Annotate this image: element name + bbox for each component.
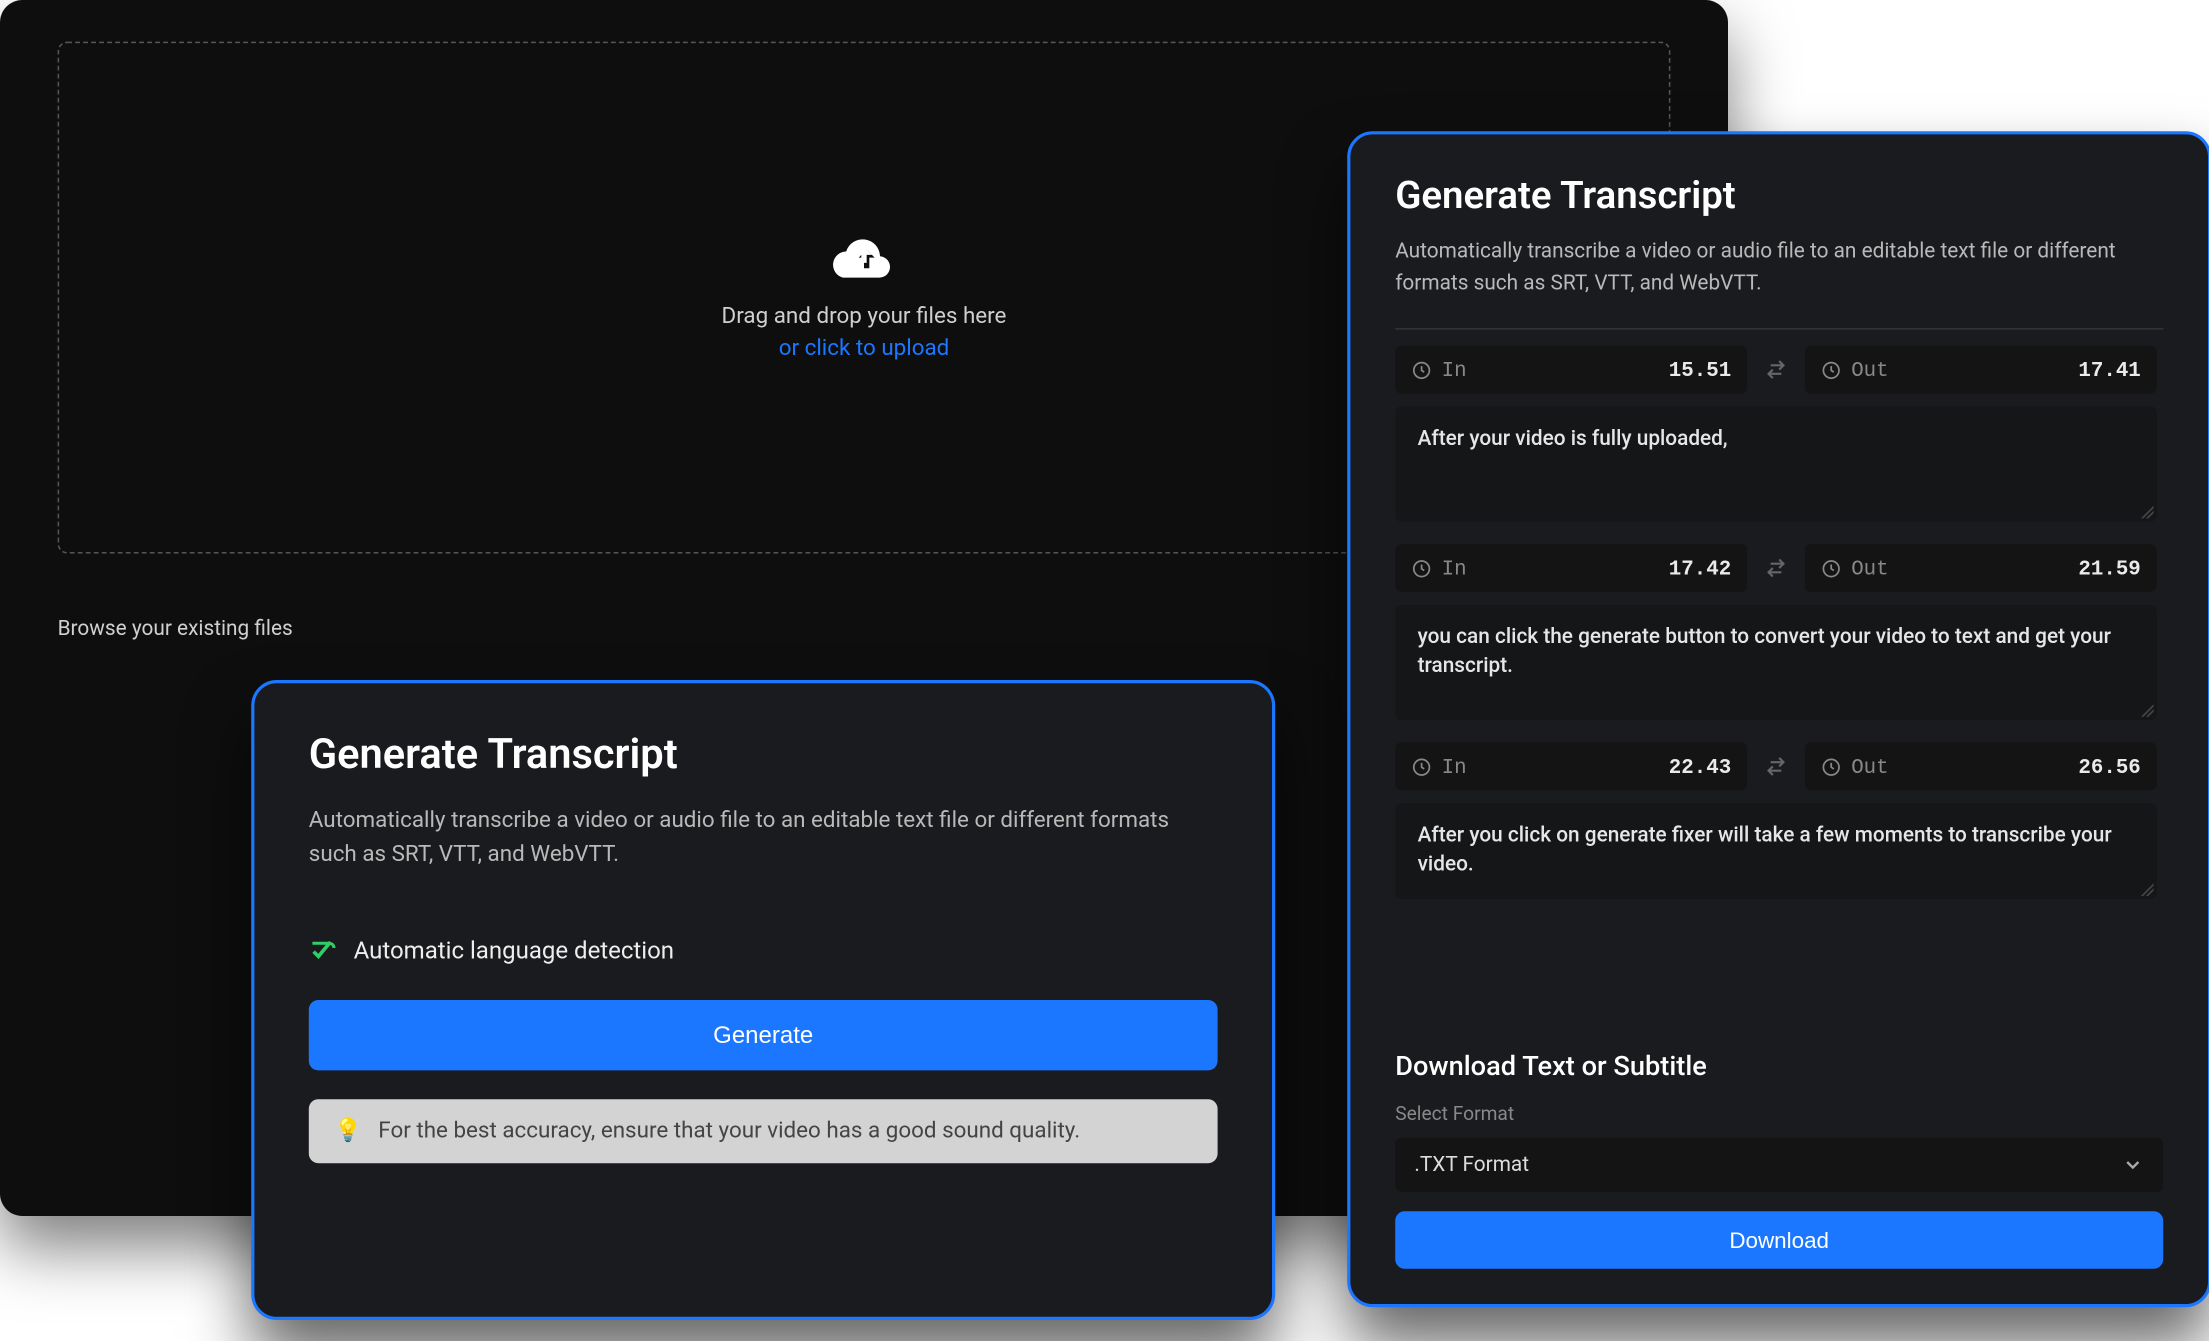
time-in-field[interactable]: In 22.43 — [1395, 742, 1747, 790]
swap-icon[interactable] — [1763, 754, 1789, 780]
segment-row: In 17.42 Out 21.59 you can click the gen… — [1395, 544, 2157, 720]
segment-text[interactable]: After your video is fully uploaded, — [1395, 406, 2157, 521]
clock-icon — [1821, 558, 1842, 579]
time-out-field[interactable]: Out 26.56 — [1805, 742, 2157, 790]
segment-row: In 15.51 Out 17.41 After your video is f… — [1395, 346, 2157, 522]
generate-title: Generate Transcript — [309, 731, 1218, 779]
language-detection-label: Automatic language detection — [354, 936, 674, 965]
click-to-upload-link[interactable]: or click to upload — [779, 336, 950, 362]
cloud-upload-icon — [832, 234, 896, 282]
chevron-down-icon — [2122, 1154, 2144, 1176]
swap-icon[interactable] — [1763, 357, 1789, 383]
drag-text: Drag and drop your files here — [722, 304, 1007, 330]
download-button[interactable]: Download — [1395, 1211, 2163, 1269]
clock-icon — [1411, 359, 1432, 380]
results-title: Generate Transcript — [1395, 173, 2163, 218]
generate-transcript-panel: Generate Transcript Automatically transc… — [251, 680, 1275, 1320]
generate-description: Automatically transcribe a video or audi… — [309, 805, 1205, 872]
language-detection-row: Automatic language detection — [309, 936, 1218, 965]
segment-row: In 22.43 Out 26.56 After you click on ge… — [1395, 742, 2157, 899]
format-select[interactable]: .TXT Format — [1395, 1138, 2163, 1192]
segment-text[interactable]: After you click on generate fixer will t… — [1395, 803, 2157, 900]
segment-text[interactable]: you can click the generate button to con… — [1395, 605, 2157, 720]
clock-icon — [1821, 359, 1842, 380]
accuracy-tip: 💡 For the best accuracy, ensure that you… — [309, 1099, 1218, 1163]
clock-icon — [1821, 756, 1842, 777]
selected-format-value: .TXT Format — [1414, 1153, 1529, 1177]
bulb-icon: 💡 — [334, 1118, 362, 1144]
transcript-segments[interactable]: In 15.51 Out 17.41 After your video is f… — [1395, 328, 2163, 1022]
clock-icon — [1411, 558, 1432, 579]
check-icon — [309, 936, 338, 965]
download-heading: Download Text or Subtitle — [1395, 1051, 2163, 1083]
results-description: Automatically transcribe a video or audi… — [1395, 237, 2163, 299]
swap-icon[interactable] — [1763, 555, 1789, 581]
download-section: Download Text or Subtitle Select Format … — [1395, 1051, 2163, 1269]
select-format-label: Select Format — [1395, 1102, 2163, 1124]
tip-text: For the best accuracy, ensure that your … — [378, 1118, 1080, 1144]
time-in-field[interactable]: In 17.42 — [1395, 544, 1747, 592]
time-out-field[interactable]: Out 17.41 — [1805, 346, 2157, 394]
time-out-field[interactable]: Out 21.59 — [1805, 544, 2157, 592]
transcript-results-panel: Generate Transcript Automatically transc… — [1347, 131, 2209, 1307]
time-in-field[interactable]: In 15.51 — [1395, 346, 1747, 394]
generate-button[interactable]: Generate — [309, 1000, 1218, 1070]
clock-icon — [1411, 756, 1432, 777]
